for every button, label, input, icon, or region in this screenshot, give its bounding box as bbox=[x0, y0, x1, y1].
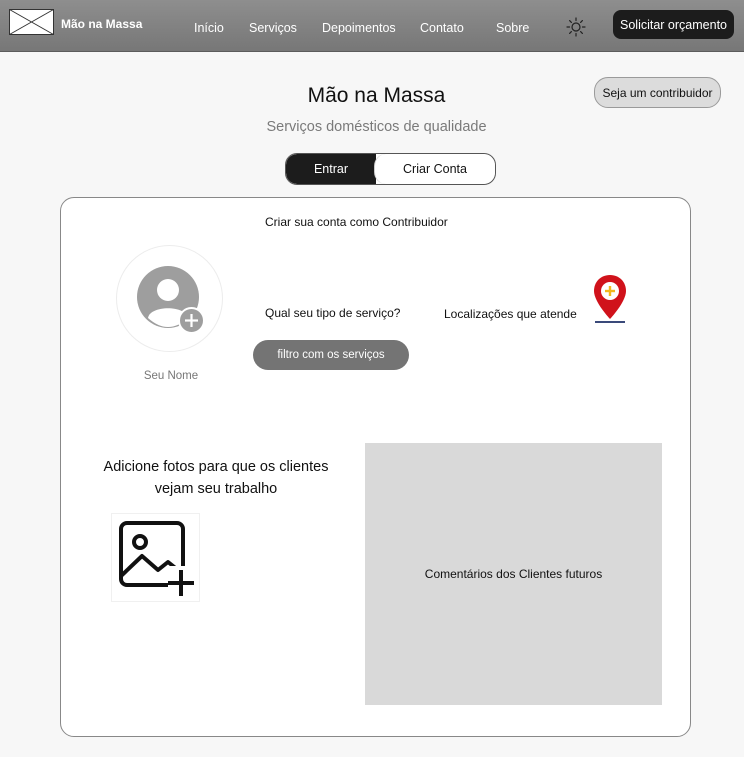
service-type-question: Qual seu tipo de serviço? bbox=[265, 306, 401, 320]
add-photo-button[interactable] bbox=[111, 513, 200, 602]
logo-placeholder-image[interactable] bbox=[9, 9, 54, 35]
image-add-icon bbox=[119, 521, 194, 596]
add-photos-text: Adicione fotos para que os clientes veja… bbox=[103, 459, 329, 497]
client-comments-panel: Comentários dos Clientes futuros bbox=[365, 443, 662, 705]
service-filter-button[interactable]: filtro com os serviços bbox=[253, 340, 409, 370]
nav-link-servicos[interactable]: Serviços bbox=[249, 21, 297, 35]
nav-link-contato[interactable]: Contato bbox=[420, 21, 464, 35]
auth-tabs: Entrar Criar Conta bbox=[285, 153, 496, 185]
top-navbar: Mão na Massa Início Serviços Depoimentos… bbox=[0, 0, 744, 52]
locations-label: Localizações que atende bbox=[444, 307, 577, 321]
comments-placeholder: Comentários dos Clientes futuros bbox=[424, 567, 603, 581]
nav-link-inicio[interactable]: Início bbox=[194, 21, 224, 35]
plus-circle-icon[interactable] bbox=[178, 307, 205, 334]
nav-link-depoimentos[interactable]: Depoimentos bbox=[322, 21, 396, 35]
tab-create-account[interactable]: Criar Conta bbox=[374, 154, 495, 184]
nav-link-sobre[interactable]: Sobre bbox=[496, 21, 529, 35]
request-quote-button[interactable]: Solicitar orçamento bbox=[613, 10, 734, 39]
page-title: Mão na Massa bbox=[307, 84, 446, 107]
brand-name[interactable]: Mão na Massa bbox=[61, 17, 142, 31]
tab-login[interactable]: Entrar bbox=[286, 154, 376, 184]
sun-icon[interactable] bbox=[566, 17, 586, 37]
page-subtitle: Serviços domésticos de qualidade bbox=[266, 119, 487, 135]
location-pin-add-icon[interactable] bbox=[591, 273, 629, 325]
name-label[interactable]: Seu Nome bbox=[0, 370, 342, 382]
form-title: Criar sua conta como Contribuidor bbox=[265, 215, 448, 229]
